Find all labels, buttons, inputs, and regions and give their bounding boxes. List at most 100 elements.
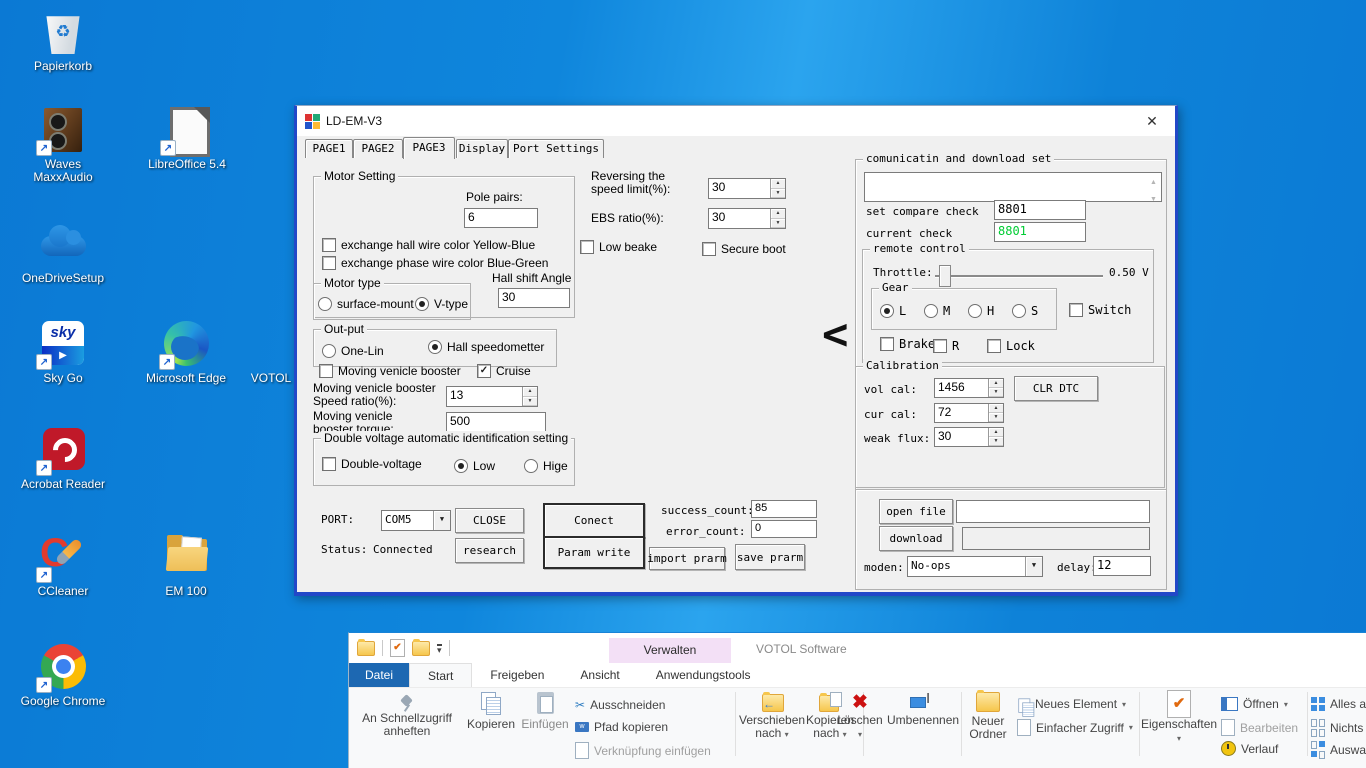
surface-mount-radio[interactable]: surface-mount bbox=[318, 297, 414, 311]
gear-m-radio[interactable]: M bbox=[924, 304, 950, 318]
spinner[interactable]: ▲ ▼ bbox=[770, 179, 785, 198]
import-param-button[interactable]: import prarm bbox=[647, 547, 727, 570]
paste-shortcut-button[interactable]: Verknüpfung einfügen bbox=[575, 742, 711, 759]
tab-page1[interactable]: PAGE1 bbox=[305, 139, 353, 158]
checkmark-doc-icon[interactable]: ✔ bbox=[390, 639, 405, 657]
tab-start[interactable]: Start bbox=[409, 663, 473, 688]
port-combobox[interactable]: COM5 ▼ bbox=[381, 510, 451, 531]
exchange-hall-checkbox[interactable]: exchange hall wire color Yellow-Blue bbox=[322, 238, 535, 252]
r-checkbox[interactable]: R bbox=[933, 339, 959, 353]
quick-access-toolbar[interactable]: ✔ ▾ bbox=[357, 638, 450, 657]
success-count-field[interactable]: 85 bbox=[751, 500, 817, 518]
ebs-field[interactable]: 30 ▲ ▼ bbox=[708, 208, 786, 229]
collapse-arrow-icon[interactable]: < bbox=[822, 313, 849, 357]
gear-h-radio[interactable]: H bbox=[968, 304, 994, 318]
history-button[interactable]: Verlauf bbox=[1221, 741, 1278, 756]
open-button[interactable]: Öffnen ▾ bbox=[1221, 697, 1288, 711]
param-write-button[interactable]: Param write bbox=[543, 536, 645, 569]
spinner[interactable]: ▲ ▼ bbox=[988, 404, 1003, 422]
cut-button[interactable]: ✂ Ausschneiden bbox=[575, 698, 665, 712]
copy-path-button[interactable]: w Pfad kopieren bbox=[575, 720, 668, 734]
cruise-checkbox[interactable]: Cruise bbox=[477, 364, 531, 378]
new-item-button[interactable]: Neues Element ▾ bbox=[1017, 697, 1126, 717]
moving-booster-checkbox[interactable]: Moving venicle booster bbox=[319, 364, 461, 378]
low-radio[interactable]: Low bbox=[454, 459, 495, 473]
tab-port-settings[interactable]: Port Settings bbox=[508, 139, 604, 158]
brake-checkbox[interactable]: Brake bbox=[880, 337, 935, 351]
set-compare-field[interactable]: 8801 bbox=[994, 200, 1086, 220]
hige-radio[interactable]: Hige bbox=[524, 459, 568, 473]
tab-page3[interactable]: PAGE3 bbox=[403, 137, 455, 159]
app-titlebar[interactable]: LD-EM-V3 ✕ bbox=[297, 106, 1175, 136]
close-port-button[interactable]: CLOSE bbox=[455, 508, 524, 533]
dropdown-arrow-icon[interactable]: ▼ bbox=[433, 511, 450, 530]
verwalten-context-tab[interactable]: Verwalten bbox=[609, 638, 731, 663]
pole-pairs-field[interactable]: 6 bbox=[464, 208, 538, 228]
copy-button[interactable]: Kopieren bbox=[463, 692, 519, 731]
reversing-field[interactable]: 30 ▲ ▼ bbox=[708, 178, 786, 199]
folder-icon[interactable] bbox=[357, 638, 375, 656]
close-icon[interactable]: ✕ bbox=[1139, 110, 1165, 132]
dropdown-arrow-icon[interactable]: ▼ bbox=[1025, 557, 1042, 576]
torque-field[interactable]: 500 bbox=[446, 412, 546, 433]
double-voltage-checkbox[interactable]: Double-voltage bbox=[322, 457, 422, 471]
gear-l-radio[interactable]: L bbox=[880, 304, 906, 318]
spinner[interactable]: ▲ ▼ bbox=[988, 428, 1003, 446]
desktop-icon-em-100[interactable]: EM 100 bbox=[139, 531, 233, 598]
tab-display[interactable]: Display bbox=[456, 139, 508, 158]
save-param-button[interactable]: save prarm bbox=[735, 544, 805, 570]
tab-freigeben[interactable]: Freigeben bbox=[472, 663, 562, 687]
desktop-icon-recycle-bin[interactable]: ♻ Papierkorb bbox=[16, 6, 110, 73]
current-check-field[interactable]: 8801 bbox=[994, 222, 1086, 242]
desktop-icon-waves-maxxaudio[interactable]: ↗ Waves MaxxAudio bbox=[16, 104, 110, 184]
gear-s-radio[interactable]: S bbox=[1012, 304, 1038, 318]
speed-ratio-field[interactable]: 13 ▲ ▼ bbox=[446, 386, 538, 407]
moden-combobox[interactable]: No-ops ▼ bbox=[907, 556, 1043, 577]
scrollbar[interactable]: ▲ ▼ bbox=[1147, 174, 1160, 201]
tab-page2[interactable]: PAGE2 bbox=[353, 139, 403, 158]
properties-button[interactable]: ✔ Eigenschaften ▾ bbox=[1141, 690, 1217, 745]
open-file-field[interactable] bbox=[956, 500, 1150, 523]
desktop-icon-acrobat-reader[interactable]: ↗ Acrobat Reader bbox=[16, 424, 110, 491]
one-lin-radio[interactable]: One-Lin bbox=[322, 344, 384, 358]
cur-cal-field[interactable]: 72 ▲ ▼ bbox=[934, 403, 1004, 423]
connect-button[interactable]: Conect bbox=[543, 503, 645, 538]
open-file-button[interactable]: open file bbox=[879, 499, 953, 524]
switch-checkbox[interactable]: Switch bbox=[1069, 303, 1131, 317]
rename-button[interactable]: I Umbenennen bbox=[887, 691, 959, 727]
qat-customize-icon[interactable]: ▾ bbox=[437, 643, 442, 654]
desktop-icon-libreoffice[interactable]: ↗ LibreOffice 5.4 bbox=[140, 104, 234, 171]
new-folder-button[interactable]: Neuer Ordner bbox=[963, 690, 1013, 741]
download-button[interactable]: download bbox=[879, 526, 953, 551]
secure-boot-checkbox[interactable]: Secure boot bbox=[702, 242, 786, 256]
invert-selection-button[interactable]: Auswa bbox=[1311, 741, 1366, 759]
hall-shift-field[interactable]: 30 bbox=[498, 288, 570, 308]
message-textarea[interactable]: ▲ ▼ bbox=[864, 172, 1162, 202]
exchange-phase-checkbox[interactable]: exchange phase wire color Blue-Green bbox=[322, 256, 548, 270]
vol-cal-field[interactable]: 1456 ▲ ▼ bbox=[934, 378, 1004, 398]
move-to-button[interactable]: ← Verschieben nach ▾ bbox=[739, 692, 805, 741]
folder-icon[interactable] bbox=[412, 638, 430, 656]
paste-button[interactable]: Einfügen bbox=[517, 692, 573, 731]
spinner[interactable]: ▲ ▼ bbox=[522, 387, 537, 406]
delay-field[interactable]: 12 bbox=[1093, 556, 1151, 576]
edit-button[interactable]: Bearbeiten bbox=[1221, 719, 1298, 736]
weak-flux-field[interactable]: 30 ▲ ▼ bbox=[934, 427, 1004, 447]
tab-anwendungstools[interactable]: Anwendungstools bbox=[638, 663, 769, 687]
hall-speedometter-radio[interactable]: Hall speedometter bbox=[428, 340, 544, 354]
research-button[interactable]: research bbox=[455, 538, 524, 563]
throttle-slider-thumb[interactable] bbox=[939, 265, 951, 287]
delete-button[interactable]: ✖ Löschen ▾ bbox=[831, 692, 889, 741]
lock-checkbox[interactable]: Lock bbox=[987, 339, 1035, 353]
tab-datei[interactable]: Datei bbox=[349, 663, 410, 687]
low-beake-checkbox[interactable]: Low beake bbox=[580, 240, 657, 254]
desktop-icon-ccleaner[interactable]: C ↗ CCleaner bbox=[16, 531, 110, 598]
pin-quick-access-button[interactable]: An Schnellzugriff anheften bbox=[351, 694, 463, 738]
select-all-button[interactable]: Alles au bbox=[1311, 697, 1366, 711]
v-type-radio[interactable]: V-type bbox=[415, 297, 468, 311]
error-count-field[interactable]: 0 bbox=[751, 520, 817, 538]
desktop-icon-google-chrome[interactable]: ↗ Google Chrome bbox=[16, 641, 110, 708]
clr-dtc-button[interactable]: CLR DTC bbox=[1014, 376, 1098, 401]
easy-access-button[interactable]: Einfacher Zugriff ▾ bbox=[1017, 719, 1133, 736]
tab-ansicht[interactable]: Ansicht bbox=[562, 663, 637, 687]
